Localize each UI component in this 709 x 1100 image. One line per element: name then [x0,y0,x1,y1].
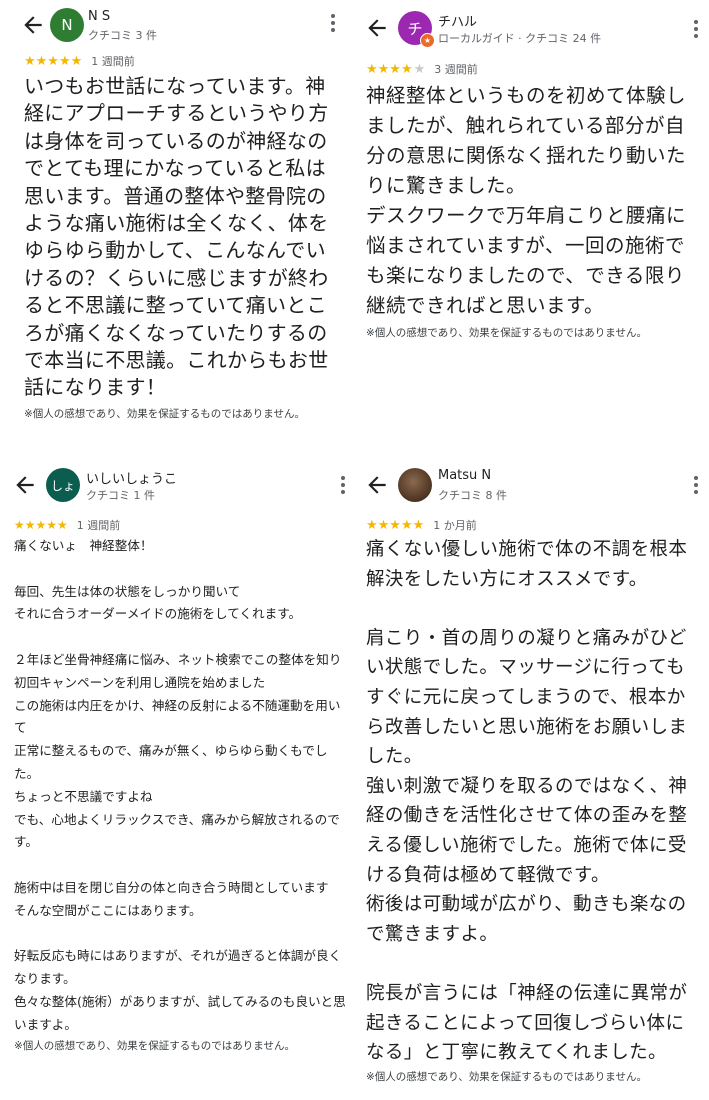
more-options-icon[interactable] [330,14,336,34]
avatar[interactable]: N [50,8,84,42]
disclaimer: ※個人の感想であり、効果を保証するものではありません。 [366,327,647,339]
reviewer-meta: クチコミ 3 件 [88,29,157,42]
review-card-3: しょ いしいしょうこ クチコミ 1 件 ★★★★★ 1 週間前 痛くないょ 神経… [10,458,352,1100]
star-empty-icon: ★ [413,61,426,77]
review-header: N N S クチコミ 3 件 [18,0,340,50]
review-card-4: Matsu N クチコミ 8 件 ★★★★★ 1 か月前 痛くない優しい施術で体… [362,458,709,1100]
reviewer-name[interactable]: Matsu N [438,468,491,483]
reviewer-name[interactable]: いしいしょうこ [86,468,177,487]
more-options-icon[interactable] [693,20,699,40]
back-arrow-icon[interactable] [20,12,46,38]
reviewer-meta: クチコミ 8 件 [438,489,507,502]
avatar-photo[interactable] [398,468,432,502]
reviewer-name[interactable]: チハル [438,11,477,30]
review-time: 3 週間前 [434,63,478,76]
reviewer-meta: ローカルガイド · クチコミ 24 件 [438,32,602,45]
review-text: 痛くないょ 神経整体！ 毎回、先生は体の状態をしっかり聞いて それに合うオーダー… [14,538,346,1032]
star-rating: ★★★★★ 1 週間前 [14,517,352,533]
star-icon: ★★★★★ [366,517,425,533]
review-text: 痛くない優しい施術で体の不調を根本解決をしたい方にオススメです。 肩こり・首の周… [366,539,688,1064]
review-time: 1 週間前 [76,519,121,532]
avatar[interactable]: チ ★ [398,11,435,48]
disclaimer: ※個人の感想であり、効果を保証するものではありません。 [14,1039,295,1052]
review-text: 神経整体というものを初めて体験しましたが、触れられている部分が自分の意思に関係な… [366,84,687,317]
review-time: 1 か月前 [433,519,477,532]
more-options-icon[interactable] [693,476,699,496]
back-arrow-icon[interactable] [12,472,38,498]
star-icon: ★★★★ [366,61,413,77]
back-arrow-icon[interactable] [364,472,390,498]
star-rating: ★★★★★ 1 週間前 [24,53,340,69]
review-header: チ ★ チハル ローカルガイド · クチコミ 24 件 [362,0,709,58]
disclaimer: ※個人の感想であり、効果を保証するものではありません。 [366,1070,647,1083]
local-guide-badge-icon: ★ [420,33,435,48]
star-rating: ★★★★★ 1 か月前 [366,517,709,533]
star-icon: ★★★★★ [14,518,68,532]
star-icon: ★★★★★ [24,53,83,69]
back-arrow-icon[interactable] [364,15,390,41]
star-rating: ★★★★ ★ 3 週間前 [366,61,709,77]
review-header: しょ いしいしょうこ クチコミ 1 件 [10,458,352,514]
avatar[interactable]: しょ [46,468,80,502]
review-card-1: N N S クチコミ 3 件 ★★★★★ 1 週間前 いつもお世話になっています… [18,0,340,455]
reviewer-name[interactable]: N S [88,9,110,24]
disclaimer: ※個人の感想であり、効果を保証するものではありません。 [24,407,305,420]
reviewer-meta: クチコミ 1 件 [86,489,155,502]
review-header: Matsu N クチコミ 8 件 [362,458,709,514]
review-text: いつもお世話になっています。神経にアプローチするというやり方は身体を司っているの… [24,74,329,400]
more-options-icon[interactable] [340,476,346,496]
review-card-2: チ ★ チハル ローカルガイド · クチコミ 24 件 ★★★★ ★ 3 週間前 … [362,0,709,455]
review-time: 1 週間前 [91,55,135,68]
avatar-letter: チ [407,19,423,38]
